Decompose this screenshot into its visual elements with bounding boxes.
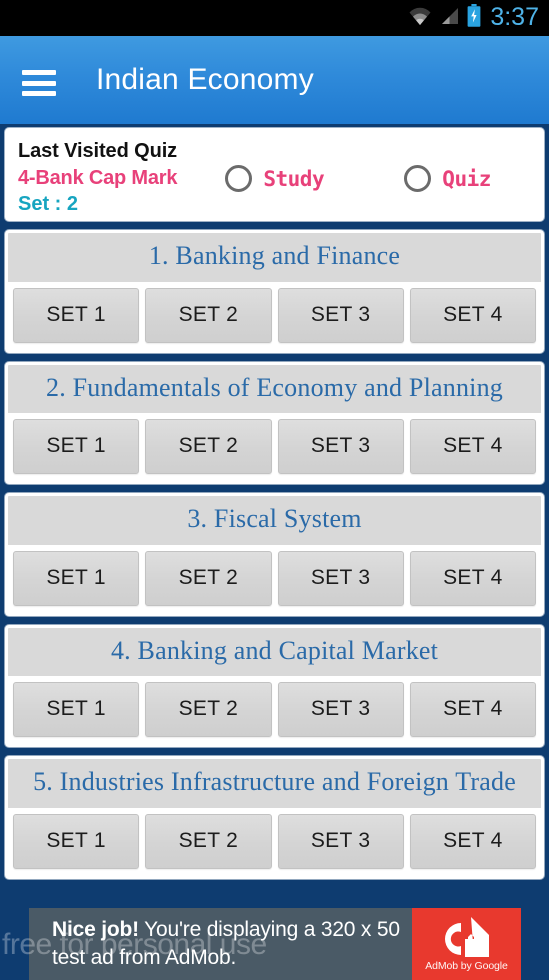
set-button[interactable]: SET 3 [277,682,404,738]
set-button-row: SET 1 SET 2 SET 3 SET 4 [8,676,541,745]
category-card: 2. Fundamentals of Economy and Planning … [5,361,544,485]
set-button[interactable]: SET 2 [145,682,272,738]
admob-logo-caption: AdMob by Google [425,959,508,972]
ad-text-panel[interactable]: Nice job! You're displaying a 320 x 50 t… [29,908,412,980]
last-visited-set-label: Set : 2 [18,192,79,215]
category-card: 5. Industries Infrastructure and Foreign… [5,756,544,879]
set-button[interactable]: SET 2 [145,813,272,869]
cellular-signal-icon [440,6,460,31]
status-bar: 3:37 [0,0,549,36]
radio-circle-icon[interactable] [225,165,253,192]
ad-banner[interactable]: Nice job! You're displaying a 320 x 50 t… [0,908,549,980]
last-visited-quiz-name: 4-Bank Cap Mark [18,166,178,189]
set-button[interactable]: SET 4 [409,813,536,869]
set-button[interactable]: SET 1 [13,550,140,606]
set-button[interactable]: SET 1 [13,419,140,475]
category-title: 5. Industries Infrastructure and Foreign… [8,759,541,808]
radio-option-study[interactable]: Study [225,165,325,192]
set-button[interactable]: SET 4 [409,419,536,475]
last-visited-heading: Last Visited Quiz [18,140,178,162]
category-card: 4. Banking and Capital Market SET 1 SET … [5,624,544,748]
app-screen: 3:37 Indian Economy Last Visited Quiz 4-… [0,0,549,980]
radio-label-study: Study [263,166,325,191]
set-button-row: SET 1 SET 2 SET 3 SET 4 [8,544,541,613]
set-button[interactable]: SET 1 [13,287,140,343]
category-card: 3. Fiscal System SET 1 SET 2 SET 3 SET 4 [5,493,544,616]
category-title: 3. Fiscal System [8,496,541,545]
wifi-icon [407,6,433,31]
set-button[interactable]: SET 3 [277,813,404,869]
scroll-content[interactable]: Last Visited Quiz 4-Bank Cap Mark Set : … [0,124,549,980]
hamburger-bar-2 [22,80,56,86]
last-visited-quiz-card: Last Visited Quiz 4-Bank Cap Mark Set : … [5,128,544,221]
set-button[interactable]: SET 3 [277,287,404,343]
radio-circle-icon[interactable] [404,165,432,192]
radio-option-quiz[interactable]: Quiz [404,165,491,192]
ad-copy: Nice job! You're displaying a 320 x 50 t… [52,916,412,971]
set-button-row: SET 1 SET 2 SET 3 SET 4 [8,413,541,482]
category-title: 1. Banking and Finance [8,233,541,282]
set-button[interactable]: SET 4 [409,287,536,343]
set-button-row: SET 1 SET 2 SET 3 SET 4 [8,281,541,350]
status-bar-clock: 3:37 [490,2,539,31]
set-button[interactable]: SET 3 [277,550,404,606]
hamburger-bar-3 [22,91,56,96]
mode-radio-group: Study Quiz [177,139,531,192]
set-button-row: SET 1 SET 2 SET 3 SET 4 [8,807,541,876]
hamburger-menu-icon[interactable] [22,70,56,96]
set-button[interactable]: SET 3 [277,419,404,475]
set-button[interactable]: SET 2 [145,550,272,606]
set-button[interactable]: SET 4 [409,682,536,738]
set-button[interactable]: SET 2 [145,287,272,343]
admob-logo-icon [441,915,493,959]
ad-logo-panel[interactable]: AdMob by Google [412,908,521,980]
set-button[interactable]: SET 4 [409,550,536,606]
hamburger-bar-1 [22,70,56,75]
set-button[interactable]: SET 1 [13,813,140,869]
category-title: 2. Fundamentals of Economy and Planning [8,364,541,414]
last-visited-info: Last Visited Quiz 4-Bank Cap Mark Set : … [18,139,177,217]
set-button[interactable]: SET 2 [145,419,272,475]
ad-banner-inner[interactable]: Nice job! You're displaying a 320 x 50 t… [29,908,521,980]
radio-label-quiz: Quiz [442,166,491,191]
ad-headline: Nice job! [52,918,139,942]
battery-charging-icon [467,4,481,32]
category-title: 4. Banking and Capital Market [8,627,541,677]
set-button[interactable]: SET 1 [13,682,140,738]
action-bar: Indian Economy [0,36,549,124]
page-title: Indian Economy [96,63,314,96]
category-card: 1. Banking and Finance SET 1 SET 2 SET 3… [5,230,544,353]
